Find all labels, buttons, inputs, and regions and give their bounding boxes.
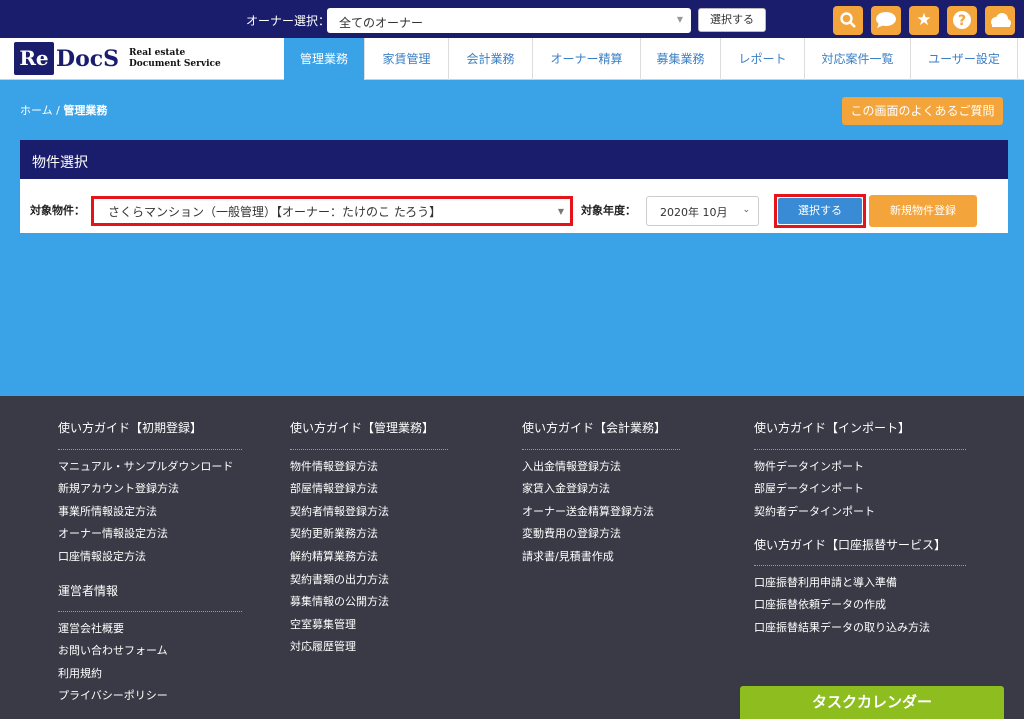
- cloud-icon[interactable]: [985, 6, 1015, 35]
- tab-user-settings[interactable]: ユーザー設定: [910, 38, 1018, 80]
- footer-link[interactable]: 契約者情報登録方法: [290, 503, 389, 519]
- footer-col3-title: 使い方ガイド【会計業務】: [522, 421, 667, 435]
- year-select[interactable]: 2020年 10月 ⌄: [646, 196, 759, 226]
- chevron-down-icon: ▼: [557, 207, 564, 216]
- breadcrumb: ホーム / 管理業務: [20, 102, 107, 118]
- footer-link[interactable]: オーナー送金精算登録方法: [522, 503, 654, 519]
- breadcrumb-separator: /: [56, 104, 60, 117]
- top-bar: オーナー選択： 全てのオーナー ▼ 選択する ★ ?: [0, 0, 1024, 38]
- tab-report[interactable]: レポート: [720, 38, 804, 80]
- footer-link[interactable]: 運営会社概要: [58, 620, 124, 636]
- divider: [58, 449, 242, 450]
- footer-link[interactable]: 利用規約: [58, 665, 102, 681]
- logo-subtitle-2: Document Service: [129, 59, 221, 69]
- footer-link[interactable]: 口座情報設定方法: [58, 548, 146, 564]
- footer-link[interactable]: 家賃入金登録方法: [522, 480, 610, 496]
- footer-link[interactable]: 部屋データインポート: [754, 480, 864, 496]
- footer-link[interactable]: 事業所情報設定方法: [58, 503, 157, 519]
- logo-re: Re: [14, 42, 54, 75]
- footer-link[interactable]: プライバシーポリシー: [58, 687, 168, 703]
- owner-select-value: 全てのオーナー: [339, 16, 424, 30]
- footer-link[interactable]: 口座振替結果データの取り込み方法: [754, 619, 930, 635]
- divider: [754, 565, 966, 566]
- property-label: 対象物件：: [30, 204, 85, 217]
- property-select-panel: 物件選択 対象物件： さくらマンション（一般管理）【オーナー：たけのこ たろう】…: [20, 140, 1008, 233]
- chevron-down-icon: ⌄: [742, 205, 750, 215]
- faq-button[interactable]: この画面のよくあるご質問: [842, 97, 1003, 125]
- star-icon[interactable]: ★: [909, 6, 939, 35]
- footer-link[interactable]: 空室募集管理: [290, 616, 356, 632]
- tab-kaikei[interactable]: 会計業務: [448, 38, 532, 80]
- owner-select-label: オーナー選択：: [246, 14, 331, 28]
- divider: [290, 449, 448, 450]
- divider: [522, 449, 680, 450]
- footer-link[interactable]: 契約更新業務方法: [290, 525, 378, 541]
- breadcrumb-current: 管理業務: [63, 104, 108, 117]
- footer-col4-title2: 使い方ガイド【口座振替サービス】: [754, 538, 947, 552]
- logo-docs: DocS: [56, 46, 120, 72]
- footer-col1-title2: 運営者情報: [58, 584, 119, 598]
- svg-text:?: ?: [958, 13, 966, 29]
- footer-link[interactable]: 募集情報の公開方法: [290, 593, 389, 609]
- footer-col1-title: 使い方ガイド【初期登録】: [58, 421, 203, 435]
- tab-owner-seisan[interactable]: オーナー精算: [532, 38, 640, 80]
- footer-link[interactable]: 変動費用の登録方法: [522, 525, 621, 541]
- chevron-down-icon: ▼: [676, 15, 683, 24]
- footer-link[interactable]: 口座振替依頼データの作成: [754, 596, 886, 612]
- owner-select-button[interactable]: 選択する: [698, 8, 766, 32]
- footer-link[interactable]: お問い合わせフォーム: [58, 642, 168, 658]
- footer: 使い方ガイド【初期登録】 マニュアル・サンプルダウンロード 新規アカウント登録方…: [0, 396, 1024, 719]
- tab-boshu[interactable]: 募集業務: [640, 38, 720, 80]
- help-icon[interactable]: ?: [947, 6, 977, 35]
- footer-link[interactable]: 対応履歴管理: [290, 638, 356, 654]
- breadcrumb-home[interactable]: ホーム: [20, 104, 53, 117]
- task-calendar-button[interactable]: タスクカレンダー: [740, 686, 1004, 719]
- footer-link[interactable]: 入出金情報登録方法: [522, 458, 621, 474]
- logo-subtitle-1: Real estate: [129, 48, 186, 58]
- divider: [754, 449, 966, 450]
- search-icon[interactable]: [833, 6, 863, 35]
- footer-link[interactable]: 契約書類の出力方法: [290, 571, 389, 587]
- footer-link[interactable]: 解約精算業務方法: [290, 548, 378, 564]
- footer-link[interactable]: マニュアル・サンプルダウンロード: [58, 458, 233, 474]
- new-property-button[interactable]: 新規物件登録: [869, 195, 977, 227]
- main-nav: Re DocS Real estate Document Service 管理業…: [0, 38, 1024, 80]
- year-select-value: 2020年 10月: [660, 206, 728, 219]
- panel-title: 物件選択: [20, 140, 1008, 179]
- property-select[interactable]: さくらマンション（一般管理）【オーナー：たけのこ たろう】 ▼: [91, 196, 573, 226]
- footer-link[interactable]: 新規アカウント登録方法: [58, 480, 179, 496]
- tab-yachin[interactable]: 家賃管理: [364, 38, 448, 80]
- chat-icon[interactable]: [871, 6, 901, 35]
- property-select-value: さくらマンション（一般管理）【オーナー：たけのこ たろう】: [108, 205, 442, 219]
- footer-link[interactable]: オーナー情報設定方法: [58, 525, 168, 541]
- tab-anken[interactable]: 対応案件一覧: [804, 38, 910, 80]
- divider: [58, 611, 242, 612]
- footer-link[interactable]: 口座振替利用申請と導入準備: [754, 574, 897, 590]
- select-property-button[interactable]: 選択する: [778, 198, 862, 224]
- footer-link[interactable]: 契約者データインポート: [754, 503, 875, 519]
- footer-col4-title: 使い方ガイド【インポート】: [754, 421, 911, 435]
- owner-select[interactable]: 全てのオーナー ▼: [327, 8, 691, 33]
- tab-kanri[interactable]: 管理業務: [284, 38, 364, 80]
- footer-col2-title: 使い方ガイド【管理業務】: [290, 421, 435, 435]
- footer-link[interactable]: 部屋情報登録方法: [290, 480, 378, 496]
- year-label: 対象年度：: [581, 204, 636, 217]
- footer-link[interactable]: 物件情報登録方法: [290, 458, 378, 474]
- footer-link[interactable]: 請求書/見積書作成: [522, 548, 614, 564]
- footer-link[interactable]: 物件データインポート: [754, 458, 864, 474]
